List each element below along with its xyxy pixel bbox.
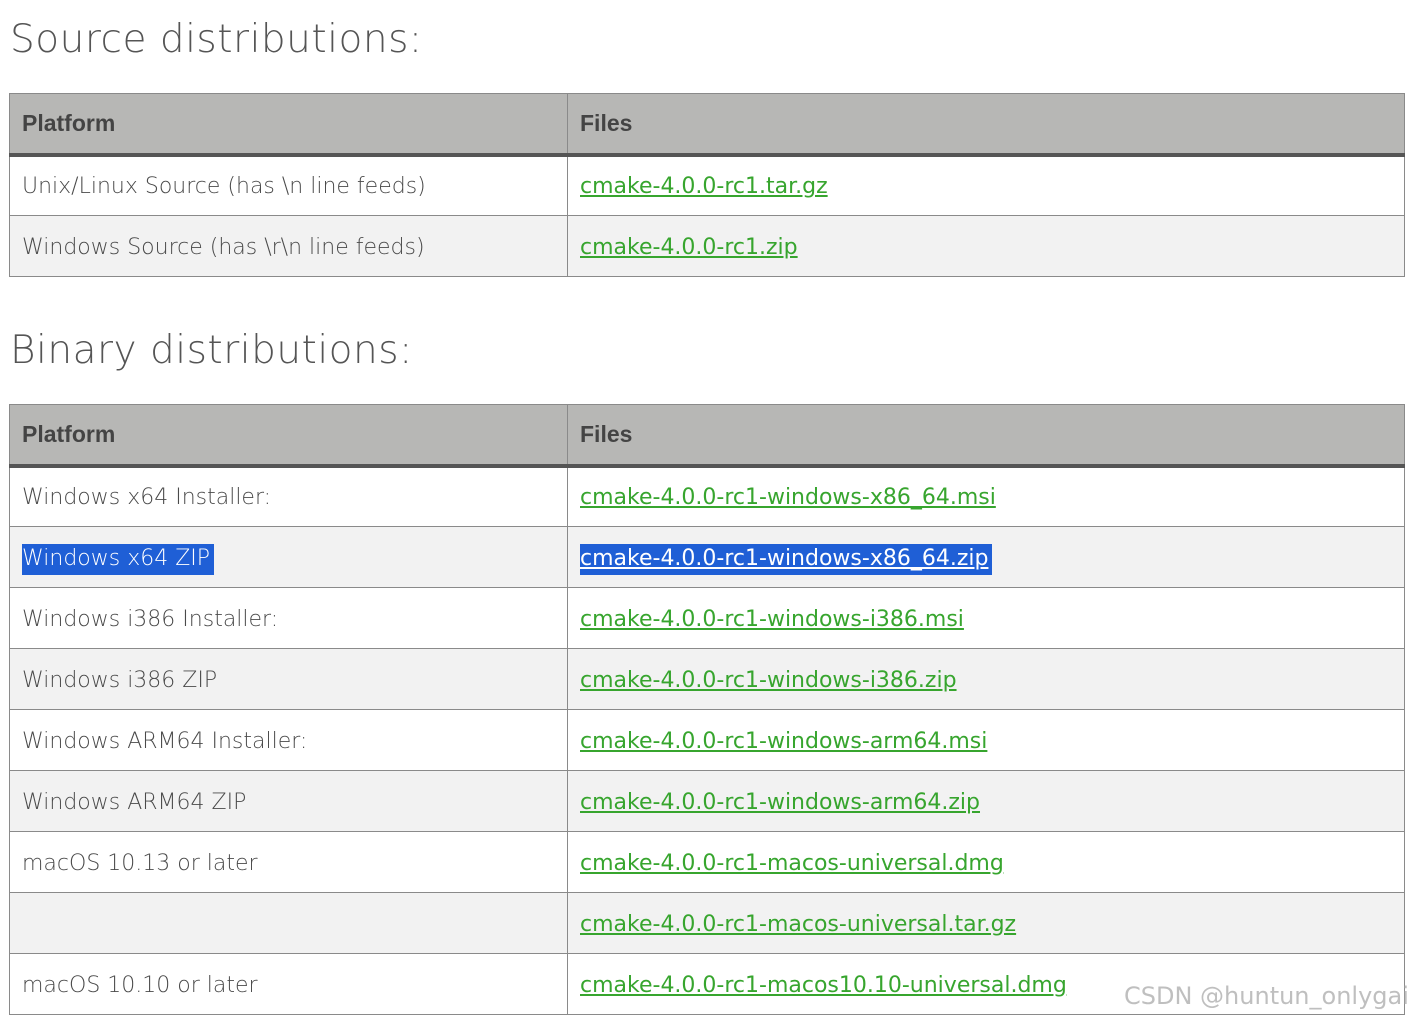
platform-cell-empty	[9, 892, 568, 954]
platform-label: Windows i386 Installer:	[22, 606, 279, 632]
table-row: Windows x64 Installer: cmake-4.0.0-rc1-w…	[9, 465, 1405, 527]
file-cell: cmake-4.0.0-rc1-windows-x86_64.zip	[567, 526, 1405, 588]
download-link[interactable]: cmake-4.0.0-rc1-macos-universal.tar.gz	[580, 912, 1016, 937]
platform-cell: Windows ARM64 ZIP	[9, 770, 568, 832]
platform-cell: Windows x64 ZIP	[9, 526, 568, 588]
download-link[interactable]: cmake-4.0.0-rc1.zip	[580, 235, 798, 260]
table-header-row: Platform Files	[9, 93, 1405, 157]
table-row: Unix/Linux Source (has \n line feeds) cm…	[9, 154, 1405, 216]
download-link[interactable]: cmake-4.0.0-rc1-windows-arm64.zip	[580, 790, 980, 815]
platform-label: Unix/Linux Source (has \n line feeds)	[22, 174, 426, 200]
table-row: Windows ARM64 Installer: cmake-4.0.0-rc1…	[9, 709, 1405, 771]
platform-label-selected: Windows x64 ZIP	[22, 543, 215, 575]
file-cell: cmake-4.0.0-rc1-windows-i386.msi	[567, 587, 1405, 649]
file-cell: cmake-4.0.0-rc1-windows-arm64.msi	[567, 709, 1405, 771]
binary-distributions-table: Platform Files Windows x64 Installer: cm…	[9, 404, 1405, 1015]
file-cell: cmake-4.0.0-rc1-macos-universal.dmg	[567, 831, 1405, 893]
platform-cell: Windows i386 ZIP	[9, 648, 568, 710]
table-row-selected: Windows x64 ZIP cmake-4.0.0-rc1-windows-…	[9, 526, 1405, 588]
table-row: Windows i386 ZIP cmake-4.0.0-rc1-windows…	[9, 648, 1405, 710]
file-cell: cmake-4.0.0-rc1-macos-universal.tar.gz	[567, 892, 1405, 954]
source-distributions-table: Platform Files Unix/Linux Source (has \n…	[9, 93, 1405, 277]
download-link[interactable]: cmake-4.0.0-rc1-windows-arm64.msi	[580, 729, 987, 754]
download-link-selected[interactable]: cmake-4.0.0-rc1-windows-x86_64.zip	[580, 543, 993, 575]
platform-cell: Unix/Linux Source (has \n line feeds)	[9, 154, 568, 216]
platform-cell: macOS 10.13 or later	[9, 831, 568, 893]
file-cell: cmake-4.0.0-rc1-windows-arm64.zip	[567, 770, 1405, 832]
file-cell: cmake-4.0.0-rc1-windows-x86_64.msi	[567, 465, 1405, 527]
source-distributions-title: Source distributions:	[10, 17, 423, 62]
file-cell: cmake-4.0.0-rc1.tar.gz	[567, 154, 1405, 216]
platform-label: Windows i386 ZIP	[22, 667, 218, 693]
files-column-header: Files	[567, 404, 1405, 468]
download-link[interactable]: cmake-4.0.0-rc1-windows-x86_64.msi	[580, 485, 996, 510]
download-link[interactable]: cmake-4.0.0-rc1-windows-i386.msi	[580, 607, 964, 632]
file-cell: cmake-4.0.0-rc1-windows-i386.zip	[567, 648, 1405, 710]
table-row: Windows ARM64 ZIP cmake-4.0.0-rc1-window…	[9, 770, 1405, 832]
platform-cell: Windows ARM64 Installer:	[9, 709, 568, 771]
binary-distributions-title: Binary distributions:	[10, 328, 413, 373]
table-row: Windows i386 Installer: cmake-4.0.0-rc1-…	[9, 587, 1405, 649]
platform-label: macOS 10.10 or later	[22, 972, 258, 998]
csdn-watermark: CSDN @huntun_onlygai	[1124, 982, 1409, 1010]
file-cell: cmake-4.0.0-rc1.zip	[567, 215, 1405, 277]
platform-cell: macOS 10.10 or later	[9, 953, 568, 1015]
download-link[interactable]: cmake-4.0.0-rc1-macos-universal.dmg	[580, 851, 1004, 876]
platform-label: Windows x64 Installer:	[22, 485, 272, 511]
download-link[interactable]: cmake-4.0.0-rc1.tar.gz	[580, 174, 828, 199]
table-row: macOS 10.13 or later cmake-4.0.0-rc1-mac…	[9, 831, 1405, 893]
platform-label: Windows ARM64 ZIP	[22, 789, 247, 815]
platform-column-header: Platform	[9, 93, 568, 157]
files-column-header: Files	[567, 93, 1405, 157]
platform-label: Windows Source (has \r\n line feeds)	[22, 234, 425, 260]
platform-cell: Windows Source (has \r\n line feeds)	[9, 215, 568, 277]
platform-cell: Windows i386 Installer:	[9, 587, 568, 649]
platform-label: Windows ARM64 Installer:	[22, 728, 308, 754]
platform-column-header: Platform	[9, 404, 568, 468]
download-link[interactable]: cmake-4.0.0-rc1-windows-i386.zip	[580, 668, 957, 693]
table-row: Windows Source (has \r\n line feeds) cma…	[9, 215, 1405, 277]
platform-cell: Windows x64 Installer:	[9, 465, 568, 527]
download-link[interactable]: cmake-4.0.0-rc1-macos10.10-universal.dmg	[580, 973, 1067, 998]
table-row: cmake-4.0.0-rc1-macos-universal.tar.gz	[9, 892, 1405, 954]
platform-label: macOS 10.13 or later	[22, 850, 258, 876]
table-header-row: Platform Files	[9, 404, 1405, 468]
